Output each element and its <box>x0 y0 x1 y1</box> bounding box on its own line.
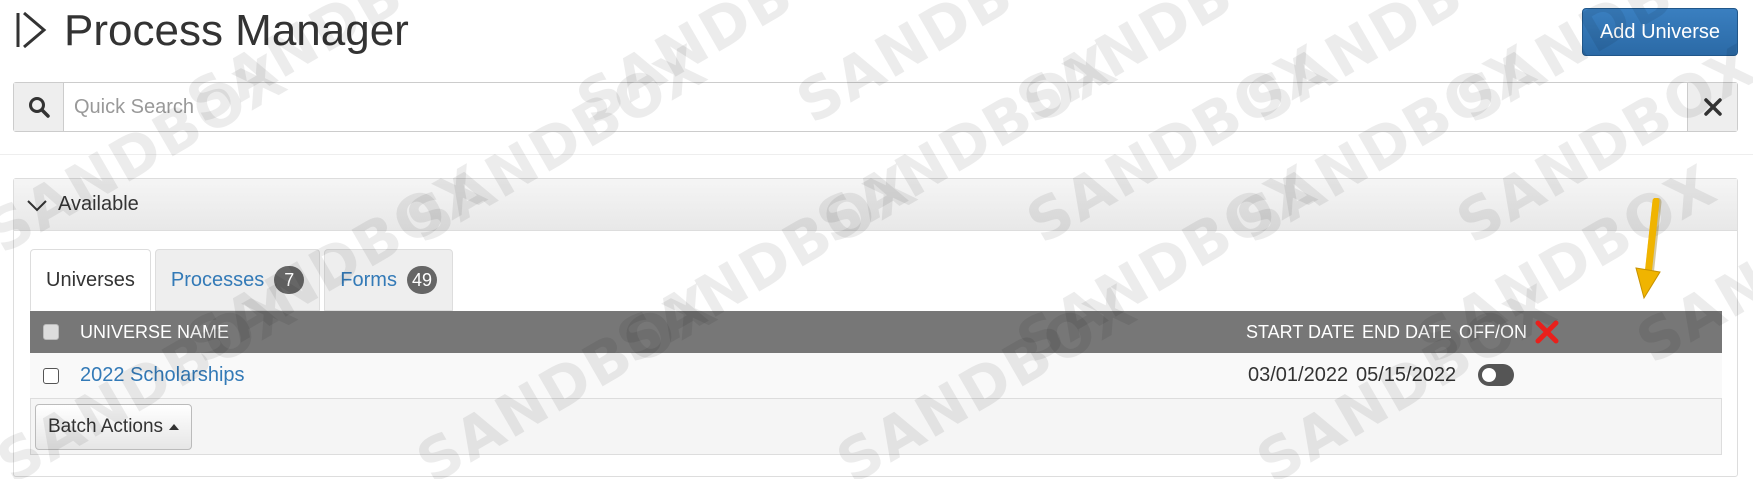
batch-actions-bar: Batch Actions <box>30 399 1722 455</box>
tab-label: Forms <box>340 268 397 291</box>
tab-label: Processes <box>170 268 265 291</box>
column-header-off-on[interactable]: OFF/ON <box>1459 322 1527 343</box>
select-all-checkbox[interactable] <box>43 324 59 340</box>
play-step-icon <box>16 11 47 49</box>
tab-processes[interactable]: Processes 7 <box>154 249 321 311</box>
batch-actions-button[interactable]: Batch Actions <box>35 404 192 450</box>
delete-x-icon[interactable] <box>1534 319 1560 345</box>
batch-actions-label: Batch Actions <box>47 416 164 437</box>
page-header: Process Manager Add Universe <box>0 0 1753 66</box>
available-panel: Available Universes Processes 7 Forms 49… <box>13 178 1738 477</box>
add-universe-button[interactable]: Add Universe <box>1582 8 1738 56</box>
annotation-arrow-icon <box>1635 198 1662 300</box>
quick-search-bar <box>13 82 1738 132</box>
tab-universes[interactable]: Universes <box>30 249 151 311</box>
row-checkbox[interactable] <box>43 367 59 384</box>
count-badge: 7 <box>274 266 305 294</box>
close-icon[interactable] <box>1687 83 1737 131</box>
page-title: Process Manager <box>64 6 409 55</box>
universe-name-link[interactable]: 2022 Scholarships <box>80 364 245 387</box>
universe-table: UNIVERSE NAME START DATE END DATE OFF/ON… <box>30 311 1722 455</box>
column-header-end-date[interactable]: END DATE <box>1362 322 1452 343</box>
search-input[interactable] <box>64 83 1687 131</box>
toggle-knob <box>1482 368 1496 382</box>
caret-up-icon <box>169 424 180 430</box>
column-header-start-date[interactable]: START DATE <box>1246 322 1355 343</box>
count-badge: 49 <box>406 266 437 294</box>
table-header: UNIVERSE NAME START DATE END DATE OFF/ON <box>30 311 1722 353</box>
divider <box>0 154 1753 155</box>
end-date: 05/15/2022 <box>1356 364 1457 386</box>
search-icon[interactable] <box>14 83 64 131</box>
panel-title: Available <box>58 193 139 215</box>
off-on-toggle[interactable] <box>1478 364 1514 386</box>
start-date: 03/01/2022 <box>1248 364 1349 386</box>
chevron-down-icon[interactable] <box>26 194 48 216</box>
panel-header[interactable]: Available <box>14 179 1737 231</box>
table-row: 2022 Scholarships 03/01/2022 05/15/2022 <box>30 353 1722 399</box>
tab-bar: Universes Processes 7 Forms 49 <box>30 249 457 311</box>
column-header-name[interactable]: UNIVERSE NAME <box>80 322 229 343</box>
tab-label: Universes <box>46 268 135 291</box>
tab-forms[interactable]: Forms 49 <box>324 249 453 311</box>
